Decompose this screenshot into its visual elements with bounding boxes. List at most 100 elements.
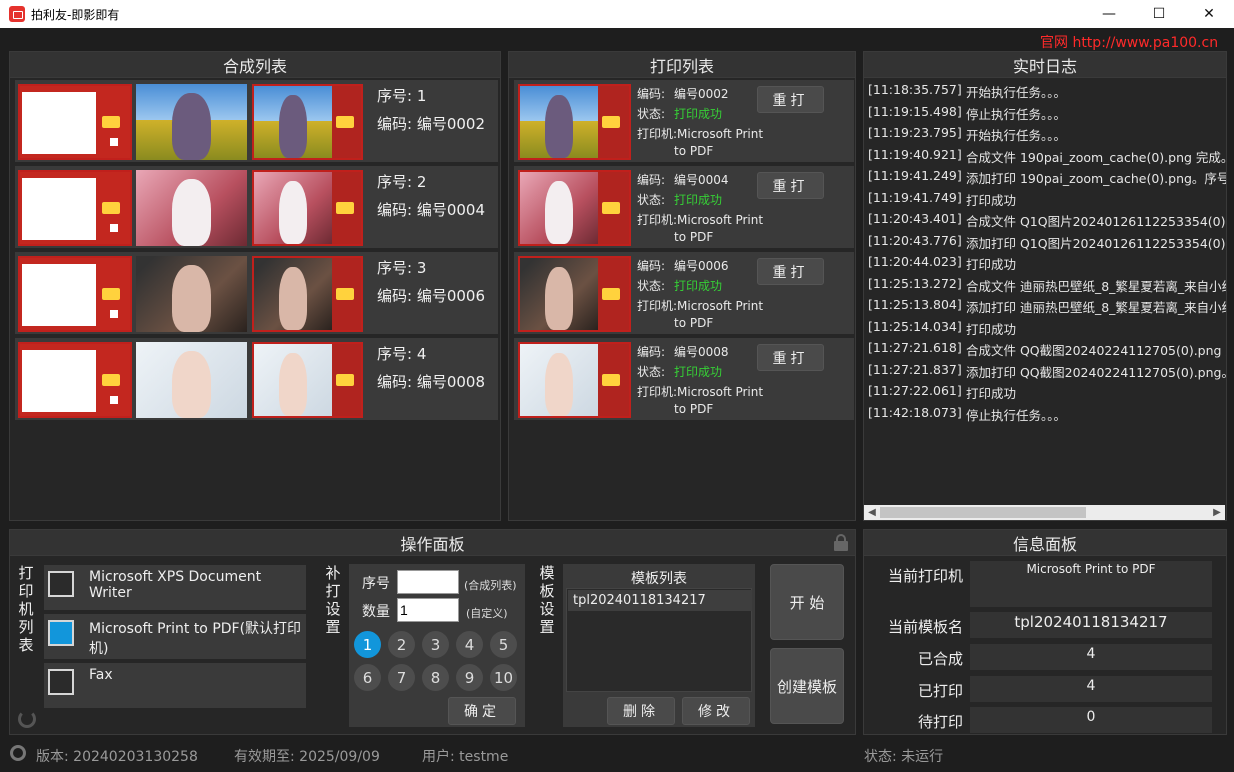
log-line: [11:25:13.272] 合成文件 迪丽热巴壁纸_8_繁星夏若离_来自小红 (868, 276, 1226, 298)
photo-person (171, 93, 212, 160)
composed-thumbnail (252, 256, 363, 332)
settings-gear-icon[interactable] (10, 745, 26, 761)
photo-person (171, 179, 212, 246)
photo-slot (22, 350, 96, 412)
number-pad-8[interactable]: 8 (422, 664, 449, 691)
website-link[interactable]: 官网 http://www.pa100.cn (1040, 32, 1218, 52)
print-printer-line2: to PDF (674, 402, 714, 416)
log-line: [11:27:21.618] 合成文件 QQ截图20240224112705(0)… (868, 340, 1226, 362)
number-pad-7[interactable]: 7 (388, 664, 415, 691)
brand-mark-icon (336, 288, 354, 300)
qr-icon (110, 310, 118, 318)
printer-name: Microsoft XPS Document Writer (89, 569, 262, 601)
reprint-settings-label-char: 补 (325, 564, 341, 582)
printer-item[interactable]: Fax (44, 663, 306, 708)
delete-template-button[interactable]: 删除 (607, 697, 675, 725)
compose-code: 编码: 编号0008 (377, 373, 485, 391)
print-row[interactable]: 编码: 编号0008 状态: 打印成功 打印机:Microsoft Print to PD… (514, 338, 854, 420)
lock-icon[interactable] (833, 534, 849, 551)
template-list-title: 模板列表 (631, 571, 687, 587)
photo-person (278, 94, 308, 158)
reprint-button[interactable]: 重打 (757, 258, 824, 285)
log-line: [11:19:15.498] 停止执行任务。。。 (868, 104, 1226, 126)
composed-photo (254, 344, 332, 416)
photo-slot (22, 178, 96, 240)
scroll-right-icon[interactable]: ▶ (1210, 505, 1224, 520)
printer-checkbox[interactable] (48, 620, 74, 646)
scroll-left-icon[interactable]: ◀ (865, 505, 879, 520)
title-bar: 拍利友-即影即有 — ☐ ✕ (0, 0, 1234, 28)
maximize-button[interactable]: ☐ (1134, 0, 1184, 28)
printer-checkbox[interactable] (48, 571, 74, 597)
compose-row[interactable]: 序号: 1 编码: 编号0002 (15, 80, 498, 162)
log-message: 添加打印 迪丽热巴壁纸_8_繁星夏若离_来自小红 (966, 300, 1226, 315)
log-timestamp: [11:25:13.804] (868, 297, 962, 312)
scroll-thumb[interactable] (880, 507, 1086, 518)
edit-template-button[interactable]: 修改 (682, 697, 750, 725)
print-photo (520, 344, 598, 416)
compose-index: 序号: 4 (377, 345, 427, 363)
refresh-icon[interactable] (18, 710, 36, 728)
qty-input[interactable] (397, 598, 459, 622)
log-timestamp: [11:25:14.034] (868, 318, 962, 334)
print-row[interactable]: 编码: 编号0006 状态: 打印成功 打印机:Microsoft Print to PD… (514, 252, 854, 334)
number-pad-1[interactable]: 1 (354, 631, 381, 658)
printer-item[interactable]: Microsoft Print to PDF(默认打印机) (44, 614, 306, 659)
log-message: 添加打印 QQ截图20240224112705(0).png。序 (966, 364, 1226, 380)
brand-mark-icon (336, 202, 354, 214)
qr-icon (110, 224, 118, 232)
current-template-label: 当前模板名 (887, 618, 963, 636)
version-text: 版本: 20240203130258 (36, 749, 198, 765)
template-thumbnail (18, 170, 132, 246)
create-template-button[interactable]: 创建模板 (770, 648, 844, 724)
log-message: 添加打印 Q1Q图片20240126112253354(0).jp (966, 235, 1226, 251)
print-info: 编码: 编号0008 状态: 打印成功 打印机:Microsoft Print to PD… (637, 344, 767, 418)
template-settings-label-char: 板 (539, 582, 555, 600)
print-row[interactable]: 编码: 编号0002 状态: 打印成功 打印机:Microsoft Print to PD… (514, 80, 854, 162)
log-line: [11:27:22.061] 打印成功 (868, 383, 1226, 405)
compose-row[interactable]: 序号: 2 编码: 编号0004 (15, 166, 498, 248)
print-info: 编码: 编号0006 状态: 打印成功 打印机:Microsoft Print to PD… (637, 258, 767, 332)
minimize-button[interactable]: — (1084, 0, 1134, 28)
print-status-prefix: 状态: (637, 107, 666, 121)
compose-row[interactable]: 序号: 4 编码: 编号0008 (15, 338, 498, 420)
close-button[interactable]: ✕ (1184, 0, 1234, 28)
reprint-button[interactable]: 重打 (757, 172, 824, 199)
template-settings-label-char: 置 (539, 618, 555, 636)
photo-person (278, 180, 308, 244)
template-item[interactable]: tpl20240118134217 (568, 590, 752, 611)
seq-input[interactable] (397, 570, 459, 594)
brand-mark-icon (102, 374, 120, 386)
print-status-line: 状态: 打印成功 (637, 364, 767, 381)
printer-list-label-char: 打 (18, 564, 34, 582)
template-thumbnail (18, 342, 132, 418)
print-printer: Microsoft Print (677, 127, 764, 141)
print-row[interactable]: 编码: 编号0004 状态: 打印成功 打印机:Microsoft Print to PD… (514, 166, 854, 248)
number-pad-2[interactable]: 2 (388, 631, 415, 658)
print-code: 编号0006 (674, 259, 729, 273)
composed-photo (254, 258, 332, 330)
compose-row[interactable]: 序号: 3 编码: 编号0006 (15, 252, 498, 334)
log-message: 打印成功 (966, 321, 1017, 337)
print-thumbnail (518, 170, 631, 246)
number-pad-10[interactable]: 10 (490, 664, 517, 691)
number-pad-3[interactable]: 3 (422, 631, 449, 658)
reprint-button[interactable]: 重打 (757, 86, 824, 113)
printer-checkbox[interactable] (48, 669, 74, 695)
print-printer-line2: to PDF (674, 144, 714, 158)
log-timestamp: [11:42:18.073] (868, 404, 962, 420)
confirm-button[interactable]: 确定 (448, 697, 516, 725)
number-pad-9[interactable]: 9 (456, 664, 483, 691)
number-pad-6[interactable]: 6 (354, 664, 381, 691)
start-button[interactable]: 开 始 (770, 564, 844, 640)
log-horizontal-scrollbar[interactable]: ◀ ▶ (864, 505, 1225, 520)
printer-list-label-char: 机 (18, 600, 34, 618)
photo-person (544, 94, 574, 158)
log-message: 打印成功 (966, 386, 1017, 401)
number-pad-5[interactable]: 5 (490, 631, 517, 658)
compose-panel-title: 合成列表 (10, 52, 500, 78)
number-pad-4[interactable]: 4 (456, 631, 483, 658)
print-thumbnail (518, 342, 631, 418)
printer-item[interactable]: Microsoft XPS Document Writer (44, 565, 306, 610)
reprint-button[interactable]: 重打 (757, 344, 824, 371)
